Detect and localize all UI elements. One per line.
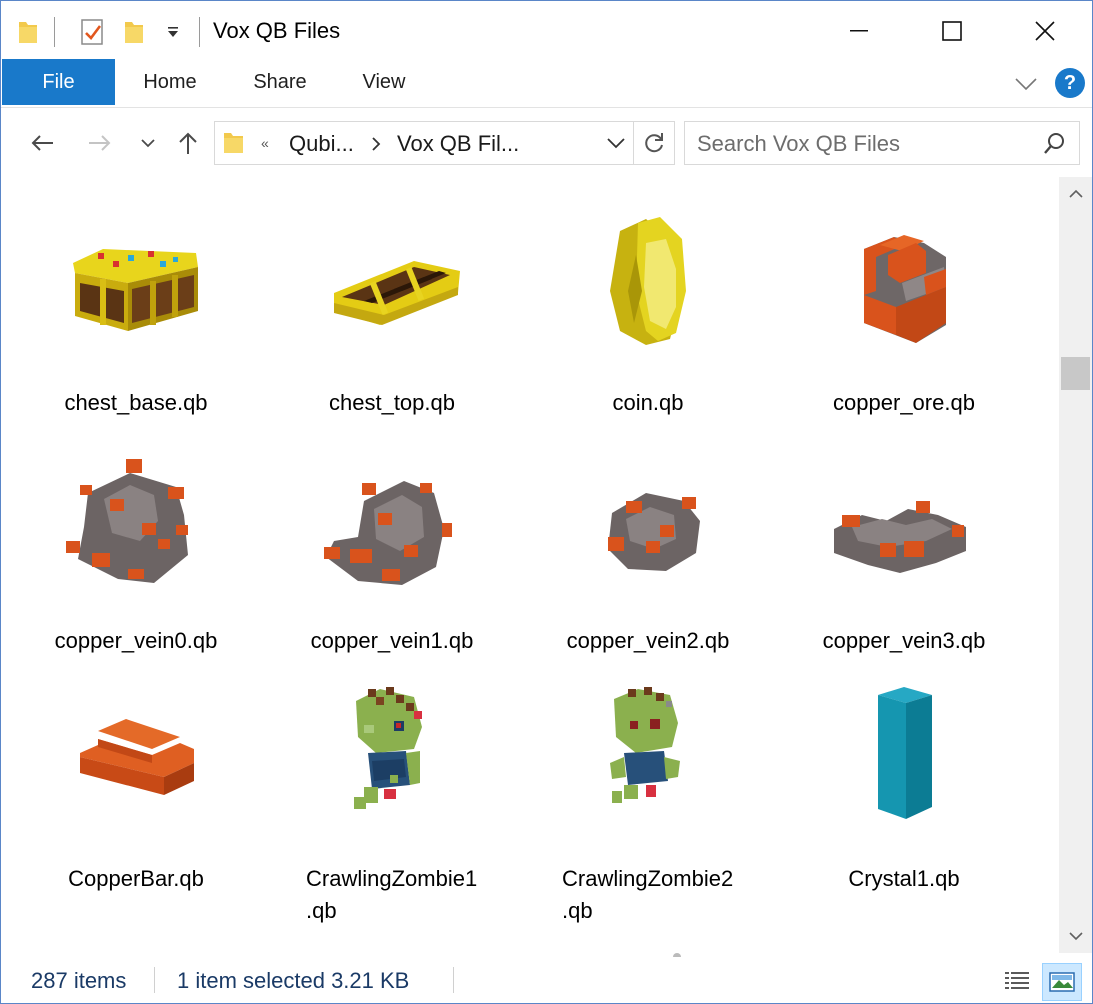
file-name: coin.qb [612,390,684,415]
customize-dropdown-icon[interactable] [161,15,185,49]
item-count: 287 items [31,968,127,993]
address-overflow[interactable]: « [261,135,269,151]
help-button[interactable]: ? [1055,68,1085,98]
close-button[interactable] [999,1,1091,61]
breadcrumb-segment[interactable]: Vox QB Fil... [397,131,519,157]
selection-info: 1 item selected 3.21 KB [177,968,410,993]
status-separator [453,967,454,993]
large-icons-view-icon [1049,972,1075,992]
copper-vein0-thumbnail [66,459,188,583]
chevron-down-icon [1068,932,1083,941]
file-name: copper_ore.qb [833,390,975,415]
copper-vein3-thumbnail [834,501,966,573]
coin-thumbnail [610,217,686,345]
breadcrumb-segment[interactable]: Qubi... [289,131,354,157]
file-item[interactable]: CopperBar.qb [8,667,264,905]
help-icon: ? [1063,71,1077,94]
maximize-button[interactable] [906,1,998,61]
recent-locations-button[interactable] [137,125,159,161]
ribbon: File Home Share View ? [1,59,1092,108]
up-arrow-icon [179,132,197,154]
back-arrow-icon [31,135,53,151]
chevron-down-icon [1015,78,1037,91]
toolbar-separator [54,17,55,47]
details-view-button[interactable] [998,963,1036,999]
address-bar[interactable]: « Qubi... Vox QB Fil... [214,121,634,165]
file-item[interactable]: copper_vein0.qb [8,429,264,667]
minimize-button[interactable] [813,1,905,61]
file-name: copper_vein2.qb [566,628,730,653]
file-name: copper_vein0.qb [54,628,218,653]
file-item[interactable]: Crystal1.qb [776,667,1032,905]
file-name: CopperBar.qb [68,866,204,891]
forward-button[interactable] [83,125,117,161]
copper-ore-thumbnail [864,235,946,343]
status-separator [154,967,155,993]
crawling-zombie2-thumbnail [610,687,680,803]
file-item[interactable]: CrawlingZombie1 .qb [264,667,520,923]
details-view-icon [1005,972,1029,989]
window-title: Vox QB Files [213,18,341,43]
file-name: chest_top.qb [329,390,455,415]
vertical-scrollbar[interactable] [1059,177,1092,953]
close-icon [1035,21,1055,41]
search-box[interactable]: Search Vox QB Files [684,121,1080,165]
title-bar: Vox QB Files [1,1,1092,61]
chevron-up-icon [1068,189,1083,198]
file-list: chest_base.qb chest_top.qb coin.qb coppe… [1,177,1059,957]
new-folder-icon[interactable] [119,15,149,49]
crystal1-thumbnail [878,687,932,819]
file-name: copper_vein1.qb [310,628,474,653]
folder-icon [224,133,243,153]
tab-share[interactable]: Share [239,59,321,105]
file-item[interactable]: chest_base.qb [8,191,264,429]
chevron-right-icon[interactable] [371,137,381,151]
file-item[interactable]: copper_vein3.qb [776,429,1032,667]
scrollbar-thumb[interactable] [1061,357,1090,390]
large-icons-view-button[interactable] [1042,963,1082,1001]
refresh-icon [645,133,663,153]
chevron-down-icon [141,139,155,148]
explorer-window: Vox QB Files File Home Share View ? « Qu… [0,0,1093,1004]
scroll-down-button[interactable] [1059,919,1092,953]
file-item[interactable]: chest_top.qb [264,191,520,429]
chest-base-thumbnail [73,249,198,331]
scroll-up-button[interactable] [1059,177,1092,211]
expand-ribbon-button[interactable] [1011,69,1041,99]
forward-arrow-icon [89,135,111,151]
chevron-down-icon[interactable] [607,137,625,149]
up-button[interactable] [173,125,203,161]
file-item[interactable]: copper_vein2.qb [520,429,776,667]
minimize-icon [850,30,868,32]
copper-vein2-thumbnail [608,493,700,571]
file-name: chest_base.qb [64,390,208,415]
file-name: Crystal1.qb [848,866,960,891]
tab-file[interactable]: File [2,59,115,105]
folder-icon[interactable] [13,15,43,49]
file-name: copper_vein3.qb [822,628,986,653]
file-item[interactable]: copper_vein1.qb [264,429,520,667]
tab-view[interactable]: View [345,59,423,105]
file-item[interactable]: CrawlingZombie2 .qb [520,667,776,923]
back-button[interactable] [25,125,59,161]
properties-check-icon[interactable] [75,15,109,49]
status-bar: 287 items 1 item selected 3.21 KB [1,957,1092,1003]
file-item[interactable]: copper_ore.qb [776,191,1032,429]
crawling-zombie1-thumbnail [354,687,422,809]
search-icon[interactable] [1043,132,1067,156]
chest-top-thumbnail [334,261,460,325]
maximize-icon [942,21,962,41]
file-item[interactable]: coin.qb [520,191,776,429]
copper-bar-thumbnail [80,719,194,795]
tab-home[interactable]: Home [125,59,215,105]
copper-vein1-thumbnail [324,481,452,585]
refresh-button[interactable] [634,121,675,165]
title-separator [199,17,200,47]
search-input[interactable]: Search Vox QB Files [697,131,900,157]
